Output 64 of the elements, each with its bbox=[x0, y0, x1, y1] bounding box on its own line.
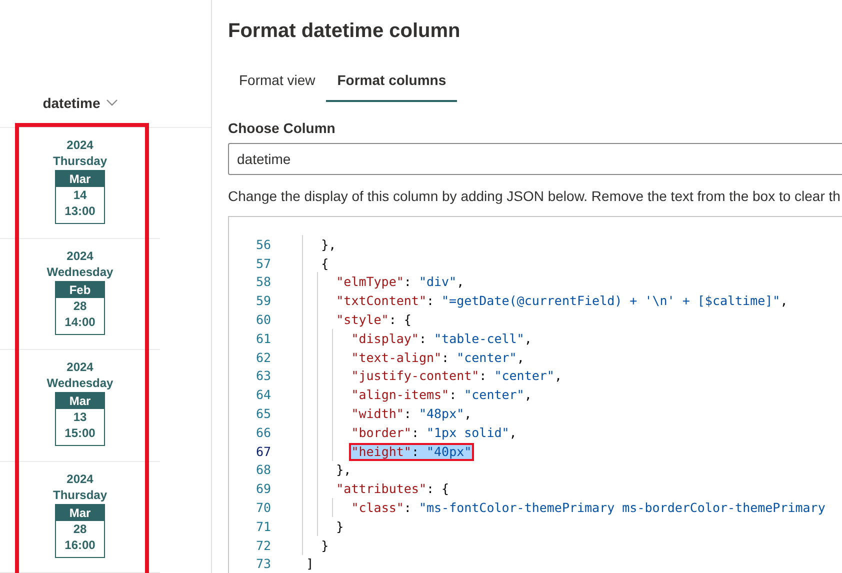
chevron-down-icon[interactable] bbox=[106, 99, 118, 108]
code-line: "display": "table-cell", bbox=[291, 330, 532, 346]
line-number: 67 bbox=[254, 444, 272, 459]
day-text: 28 bbox=[73, 298, 87, 314]
line-number: 72 bbox=[254, 538, 272, 553]
month-label: Feb bbox=[56, 282, 104, 298]
line-number: 64 bbox=[254, 387, 272, 402]
line-number: 60 bbox=[254, 312, 272, 328]
month-label: Mar bbox=[56, 504, 104, 521]
panel-title: Format datetime column bbox=[228, 19, 462, 44]
weekday-text: Thursday bbox=[52, 152, 107, 169]
code-line: "width": "48px", bbox=[291, 406, 472, 422]
code-line: "border": "1px solid", bbox=[291, 424, 517, 440]
code-line: }, bbox=[291, 462, 352, 478]
tab[interactable]: Format columns bbox=[326, 64, 458, 102]
weekday-text: Thursday bbox=[52, 486, 107, 503]
month-label: Mar bbox=[56, 170, 104, 187]
code-line: "style": { bbox=[291, 312, 412, 328]
line-number: 73 bbox=[254, 556, 272, 572]
year-text: 2024 bbox=[66, 470, 94, 487]
line-number: 62 bbox=[254, 350, 272, 365]
code-editor[interactable] bbox=[228, 216, 842, 573]
weekday-text: Wednesday bbox=[46, 375, 114, 392]
time-text: 13:00 bbox=[64, 202, 96, 219]
line-number: 71 bbox=[254, 518, 272, 534]
code-line: } bbox=[291, 538, 329, 553]
code-line: ] bbox=[305, 556, 314, 572]
line-number: 70 bbox=[254, 500, 272, 516]
line-number: 61 bbox=[254, 330, 272, 346]
line-number: 56 bbox=[254, 236, 272, 252]
line-number: 57 bbox=[254, 256, 272, 271]
line-number: 63 bbox=[254, 368, 272, 384]
day-text: 14 bbox=[73, 186, 87, 203]
code-line: "class": "ms-fontColor-themePrimary ms-borderColor-themePrimary bbox=[291, 500, 826, 516]
line-number: 69 bbox=[254, 481, 272, 496]
column-header[interactable]: datetime bbox=[42, 95, 100, 112]
line-number: 68 bbox=[254, 462, 272, 478]
day-text: 28 bbox=[73, 520, 87, 537]
code-line: "align-items": "center", bbox=[291, 387, 532, 402]
weekday-text: Wednesday bbox=[46, 264, 114, 280]
day-text: 13 bbox=[73, 409, 87, 426]
code-line: "text-align": "center", bbox=[291, 350, 524, 365]
field-label: Choose Column bbox=[228, 120, 336, 136]
description-text: Change the display of this column by adding JSON below. Remove the text from the box to clear th bbox=[228, 188, 842, 204]
line-number: 59 bbox=[254, 293, 272, 308]
code-line: "justify-content": "center", bbox=[291, 368, 562, 384]
time-text: 14:00 bbox=[64, 314, 96, 330]
code-line: { bbox=[291, 256, 329, 271]
month-label: Mar bbox=[56, 393, 104, 410]
code-line: "elmType": "div", bbox=[291, 274, 464, 290]
line-number: 65 bbox=[254, 406, 272, 422]
tab[interactable]: Format view bbox=[228, 64, 326, 102]
time-text: 16:00 bbox=[64, 536, 96, 553]
year-text: 2024 bbox=[66, 359, 94, 376]
code-line: "txtContent": "=getDate(@currentField) + '\n' + [$caltime]", bbox=[291, 293, 788, 308]
code-line: "attributes": { bbox=[291, 481, 450, 496]
line-number: 66 bbox=[254, 424, 272, 440]
year-text: 2024 bbox=[66, 248, 94, 264]
year-text: 2024 bbox=[66, 136, 94, 153]
code-line: } bbox=[291, 518, 344, 534]
code-line: }, bbox=[291, 236, 336, 252]
time-text: 15:00 bbox=[64, 425, 96, 442]
column-input-field[interactable]: datetime bbox=[228, 143, 842, 175]
line-number: 58 bbox=[254, 274, 272, 290]
